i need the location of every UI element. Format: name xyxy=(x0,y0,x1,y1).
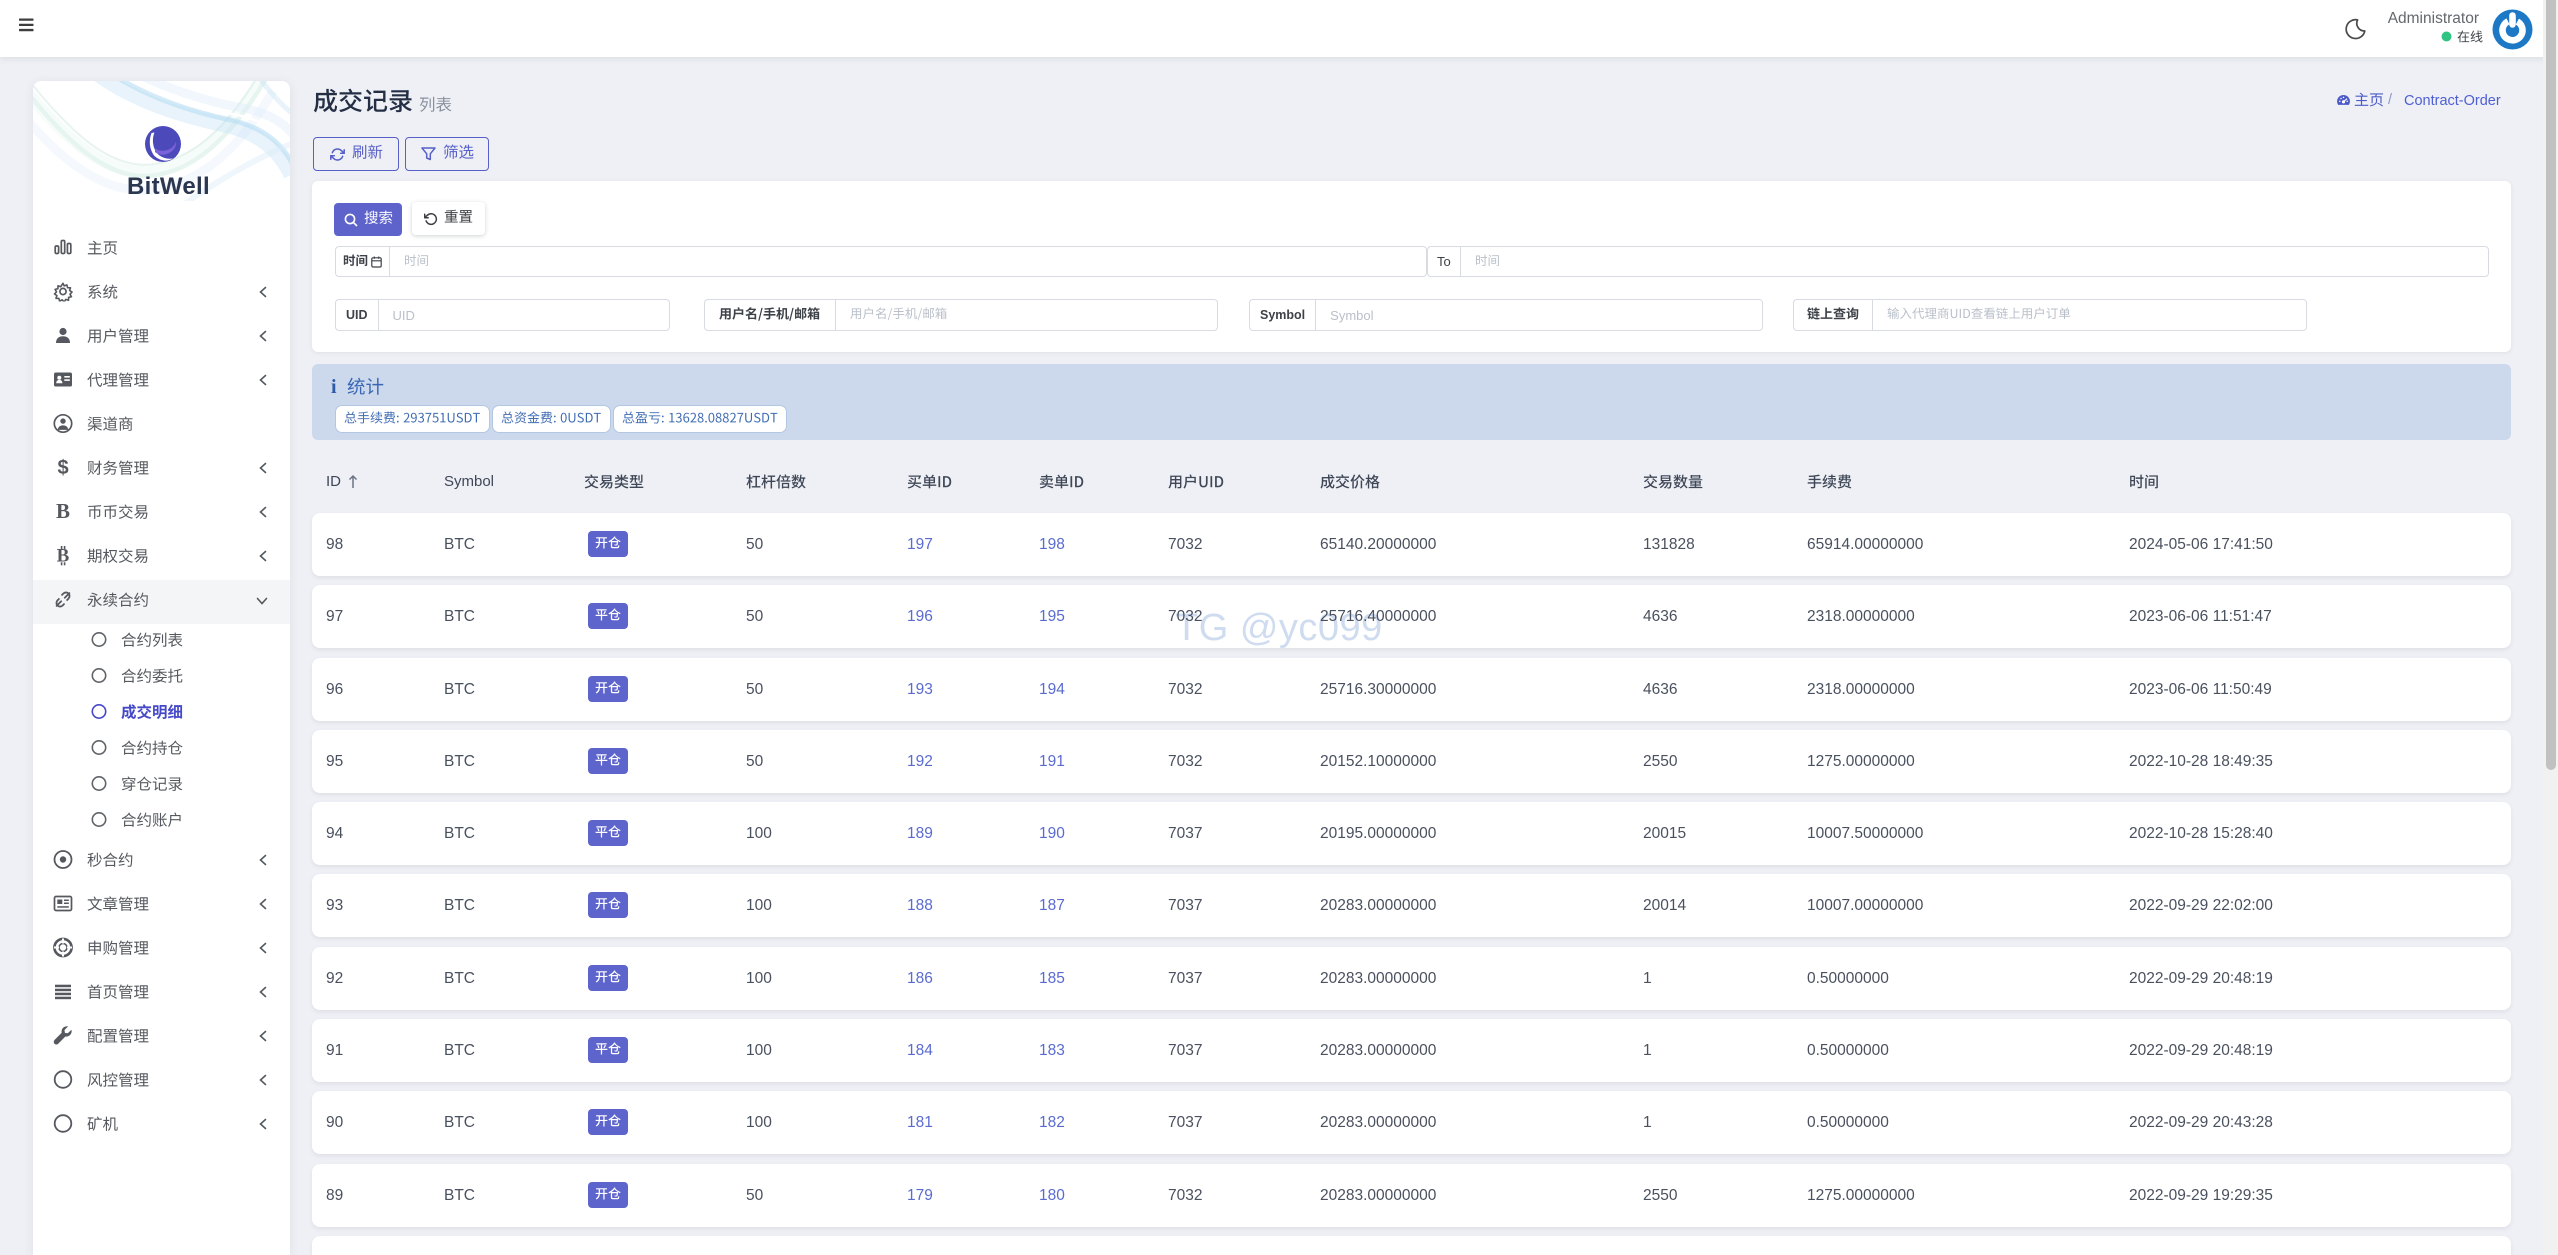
svg-text:B: B xyxy=(56,502,70,522)
svg-text:B: B xyxy=(57,546,70,566)
svg-text:$: $ xyxy=(57,458,68,478)
